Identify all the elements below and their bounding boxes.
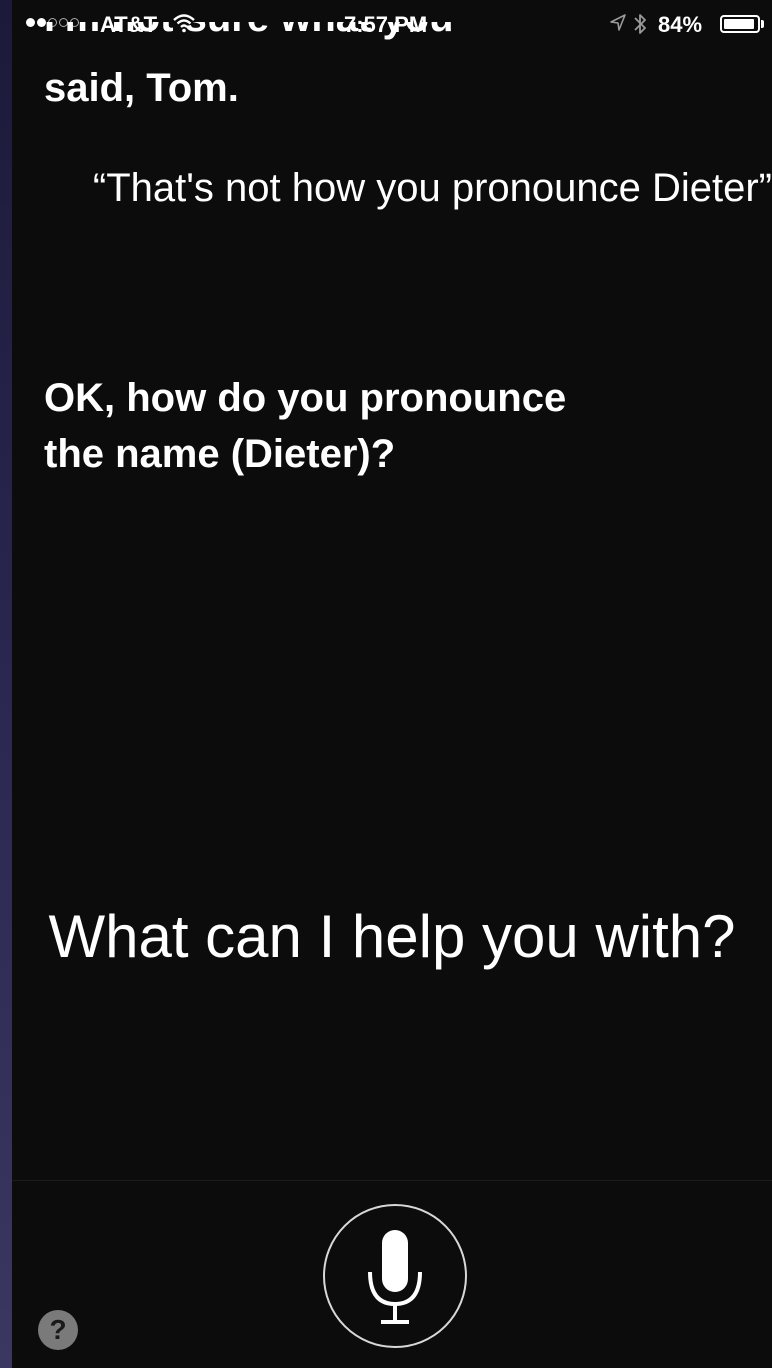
microphone-icon [368,1230,422,1324]
device-edge [0,0,12,1368]
siri-screen: AT&T 7:57 PM 84% I'm not sure wha [12,0,772,1368]
bluetooth-icon [632,11,648,43]
siri-prompt: What can I help you with? [48,903,736,970]
microphone-button[interactable] [323,1204,467,1348]
battery-icon [720,15,760,33]
previous-siri-line: I'm not sure what you [42,22,602,50]
siri-followup-question: OK, how do you pronounce the name (Diete… [44,376,567,476]
help-button[interactable]: ? [38,1310,78,1350]
siri-response: said, Tom. [44,66,239,110]
battery-tip [761,20,764,28]
bottom-divider [12,1180,772,1181]
user-utterance[interactable]: “That's not how you pronounce Dieter” [52,160,772,216]
battery-percent: 84% [658,12,703,37]
location-arrow-icon [608,12,628,40]
